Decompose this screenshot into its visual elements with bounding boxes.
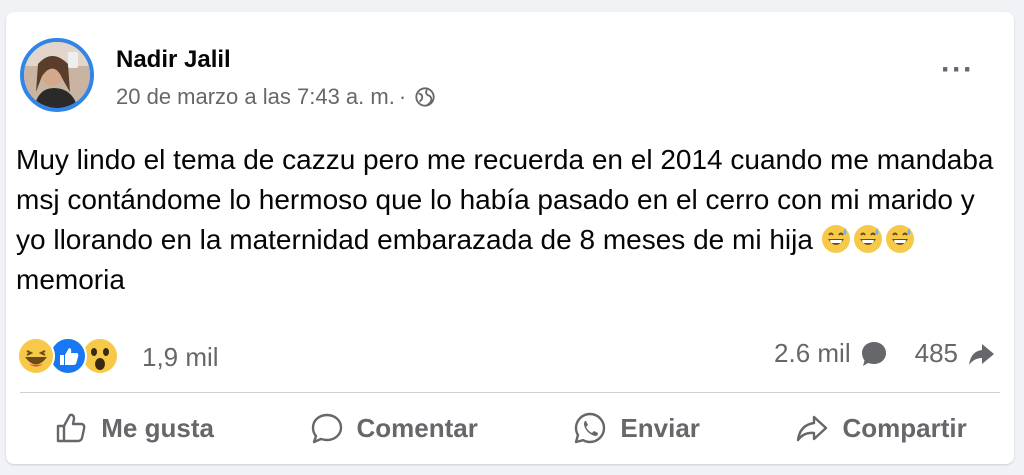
comment-bubble-icon — [861, 341, 886, 366]
avatar-photo — [24, 42, 90, 108]
avatar[interactable] — [20, 38, 94, 112]
emoji-group — [821, 224, 917, 255]
grinning-sweat-emoji — [885, 225, 914, 253]
share-icon — [797, 415, 828, 442]
globe-icon — [415, 87, 435, 107]
post-body: Muy lindo el tema de cazzu pero me recue… — [16, 140, 996, 300]
comments-count[interactable]: 2.6 mil — [774, 338, 851, 369]
like-button[interactable]: Me gusta — [37, 404, 230, 452]
share-button[interactable]: Compartir — [778, 404, 982, 452]
shares-count[interactable]: 485 — [915, 338, 958, 369]
actions-divider — [20, 392, 1000, 393]
share-arrow-icon — [969, 343, 994, 365]
grinning-sweat-emoji — [853, 225, 882, 253]
comment-button[interactable]: Comentar — [293, 404, 494, 452]
like-label: Me gusta — [101, 412, 214, 443]
send-button[interactable]: Enviar — [556, 404, 716, 452]
comment-icon — [311, 413, 342, 444]
post-card: Nadir Jalil 20 de marzo a las 7:43 a. m.… — [6, 12, 1014, 464]
post-text-tail: memoria — [16, 264, 125, 295]
grinning-sweat-emoji — [821, 225, 850, 253]
send-label: Enviar — [620, 412, 700, 443]
post-timestamp[interactable]: 20 de marzo a las 7:43 a. m. — [116, 84, 395, 110]
more-options-button[interactable]: ··· — [941, 55, 974, 85]
haha-reaction-icon — [17, 337, 55, 375]
author-name[interactable]: Nadir Jalil — [116, 46, 231, 74]
comment-label: Comentar — [356, 412, 478, 443]
reactions-row: 1,9 mil 2.6 mil 485 — [16, 334, 996, 378]
post-meta: 20 de marzo a las 7:43 a. m. · — [116, 84, 436, 110]
action-bar: Me gusta Comentar Enviar Compartir — [6, 398, 1014, 458]
whatsapp-icon — [575, 412, 606, 444]
reaction-icons[interactable] — [16, 336, 136, 376]
thumbs-up-icon — [57, 413, 86, 443]
engagement-stats: 2.6 mil 485 — [774, 338, 996, 369]
meta-separator: · — [398, 84, 407, 109]
share-label: Compartir — [842, 412, 967, 443]
reactions-count[interactable]: 1,9 mil — [142, 342, 219, 373]
